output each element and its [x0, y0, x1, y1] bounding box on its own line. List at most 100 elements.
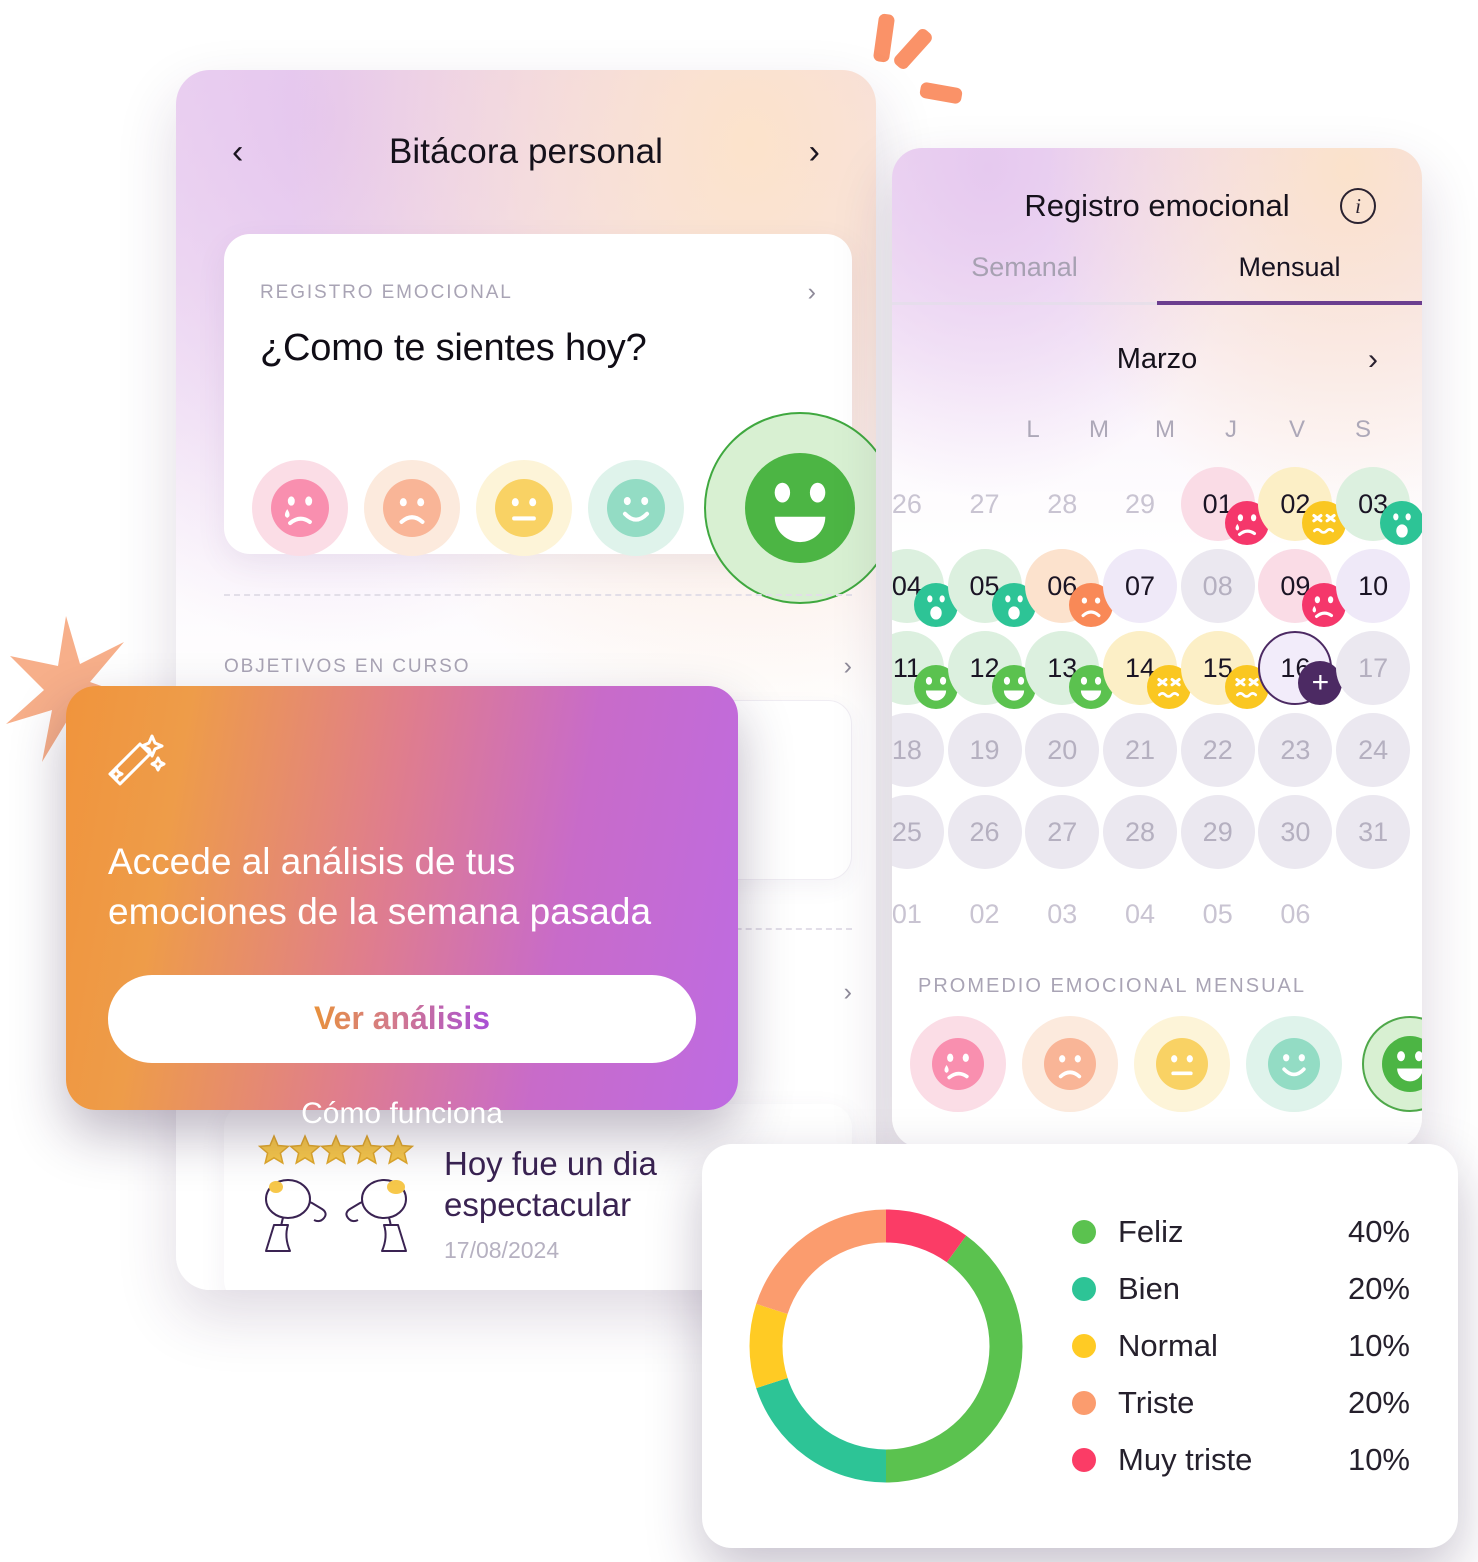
- calendar-day-12[interactable]: 12: [947, 631, 1036, 709]
- calendar-day-23[interactable]: 23: [1258, 713, 1333, 787]
- calendar-day-07[interactable]: 07: [1102, 549, 1177, 623]
- calendar-day-04[interactable]: 04: [1103, 877, 1177, 951]
- calendar-day-15[interactable]: 15: [1180, 631, 1269, 709]
- chevron-right-icon[interactable]: ›: [1368, 343, 1378, 377]
- legend-label: Triste: [1118, 1385, 1195, 1420]
- calendar-day-cell: 10: [1334, 548, 1412, 624]
- tab-semanal[interactable]: Semanal: [892, 252, 1157, 305]
- calendar-day-04[interactable]: 04: [892, 549, 958, 627]
- emotion-distribution-card: Feliz 40% Bien 20% Normal 10% Triste 20% Muy tri…: [702, 1144, 1458, 1548]
- mood-face-muy-triste-icon: [932, 1038, 984, 1090]
- mood-face-icon: [1380, 501, 1422, 545]
- mood-face-bien-icon: [607, 479, 665, 537]
- calendar-day-27[interactable]: 27: [1025, 795, 1100, 869]
- calendar-day-26[interactable]: 26: [892, 467, 944, 541]
- calendar-day-cell: 27: [1023, 794, 1101, 870]
- calendar-day-09[interactable]: 09: [1258, 549, 1347, 627]
- star-rating: [257, 1134, 415, 1165]
- calendar-day-20[interactable]: 20: [1025, 713, 1100, 787]
- calendar-day-05[interactable]: 05: [947, 549, 1036, 627]
- calendar-day-19[interactable]: 19: [947, 713, 1022, 787]
- calendar-day-16[interactable]: 16 +: [1258, 631, 1343, 705]
- mood-option-feliz[interactable]: [1362, 1016, 1422, 1112]
- calendar-day-cell: 02: [946, 876, 1024, 952]
- calendar-day-cell: 09: [1257, 548, 1347, 627]
- average-label: PROMEDIO EMOCIONAL MENSUAL: [918, 975, 1306, 997]
- tab-mensual[interactable]: Mensual: [1157, 252, 1422, 305]
- chevron-right-icon[interactable]: ›: [844, 978, 852, 1007]
- calendar-day-03[interactable]: 03: [1336, 467, 1422, 545]
- calendar-day-24[interactable]: 24: [1336, 713, 1411, 787]
- legend-row: Triste 20%: [1072, 1375, 1410, 1432]
- calendar-day-31[interactable]: 31: [1336, 795, 1411, 869]
- calendar-day-22[interactable]: 22: [1180, 713, 1255, 787]
- info-icon[interactable]: i: [1340, 188, 1376, 224]
- view-analysis-button[interactable]: Ver análisis: [108, 974, 696, 1063]
- calendar-day-cell: 01: [892, 876, 946, 952]
- calendar-day-17[interactable]: 17: [1336, 631, 1411, 705]
- goals-section-header[interactable]: OBJETIVOS EN CURSO ›: [224, 652, 852, 681]
- mood-option-muy-triste[interactable]: [252, 460, 348, 556]
- legend-row: Normal 10%: [1072, 1318, 1410, 1375]
- calendar-tabs[interactable]: Semanal Mensual: [892, 252, 1422, 305]
- chevron-right-icon[interactable]: ›: [809, 135, 820, 169]
- calendar-day-cell: 24: [1334, 712, 1412, 788]
- calendar-day-06[interactable]: 06: [1025, 549, 1114, 627]
- calendar-day-05[interactable]: 05: [1181, 877, 1255, 951]
- mood-question: ¿Como te sientes hoy?: [260, 327, 647, 369]
- mood-option-feliz[interactable]: [704, 412, 876, 604]
- calendar-day-10[interactable]: 10: [1336, 549, 1411, 623]
- calendar-day-13[interactable]: 13: [1025, 631, 1114, 709]
- calendar-day-18[interactable]: 18: [892, 713, 944, 787]
- mood-card-eyebrow: REGISTRO EMOCIONAL: [260, 281, 513, 303]
- calendar-day-03[interactable]: 03: [1025, 877, 1099, 951]
- calendar-day-28[interactable]: 28: [1102, 795, 1177, 869]
- mood-selector[interactable]: [252, 412, 876, 604]
- average-mood-row[interactable]: [910, 1016, 1422, 1112]
- legend-value: 10%: [1347, 1328, 1410, 1363]
- mood-option-bien[interactable]: [588, 460, 684, 556]
- how-it-works-link[interactable]: Cómo funciona: [108, 1097, 696, 1131]
- chevron-left-icon[interactable]: ‹: [232, 135, 243, 169]
- calendar-day-26[interactable]: 26: [947, 795, 1022, 869]
- day-mood-badge: [1380, 501, 1422, 545]
- calendar-grid[interactable]: 26 27 28 29 01 02 03 04 05 06 07 08 09 10 11 12 13 14 15 16…: [892, 466, 1422, 952]
- calendar-day-29[interactable]: 29: [1180, 795, 1255, 869]
- chevron-right-icon[interactable]: ›: [808, 278, 816, 307]
- calendar-day-28[interactable]: 28: [1025, 467, 1099, 541]
- dow-4: J: [1225, 416, 1237, 443]
- mood-option-triste[interactable]: [1022, 1016, 1118, 1112]
- calendar-day-cell: 04: [1101, 876, 1179, 952]
- calendar-day-11[interactable]: 11: [892, 631, 958, 709]
- legend-value: 10%: [1347, 1442, 1410, 1477]
- chevron-right-icon[interactable]: ›: [844, 652, 852, 681]
- calendar-day-cell: 15: [1179, 630, 1269, 709]
- mood-option-triste[interactable]: [364, 460, 460, 556]
- calendar-day-25[interactable]: 25: [892, 795, 944, 869]
- calendar-day-06[interactable]: 06: [1258, 877, 1332, 951]
- mood-option-muy-triste[interactable]: [910, 1016, 1006, 1112]
- calendar-day-02[interactable]: 02: [948, 877, 1022, 951]
- mood-card-header[interactable]: REGISTRO EMOCIONAL ›: [260, 278, 816, 307]
- calendar-day-cell: 05: [946, 548, 1036, 627]
- calendar-day-cell: 04: [892, 548, 958, 627]
- calendar-day-cell: 26: [892, 466, 946, 542]
- calendar-day-14[interactable]: 14: [1102, 631, 1191, 709]
- legend-dot-muy-triste: [1072, 1448, 1096, 1472]
- calendar-day-21[interactable]: 21: [1102, 713, 1177, 787]
- calendar-day-02[interactable]: 02: [1258, 467, 1347, 545]
- calendar-day-08[interactable]: 08: [1180, 549, 1255, 623]
- calendar-day-cell: 16 +: [1257, 630, 1343, 706]
- calendar-day-01[interactable]: 01: [1180, 467, 1269, 545]
- legend-row: Muy triste 10%: [1072, 1432, 1410, 1489]
- calendar-day-30[interactable]: 30: [1258, 795, 1333, 869]
- mood-option-bien[interactable]: [1246, 1016, 1342, 1112]
- mood-option-normal[interactable]: [1134, 1016, 1230, 1112]
- calendar-day-27[interactable]: 27: [948, 467, 1022, 541]
- star-icon: [257, 1134, 291, 1165]
- calendar-day-cell: 25: [892, 794, 946, 870]
- calendar-day-cell: 05: [1179, 876, 1257, 952]
- calendar-day-29[interactable]: 29: [1103, 467, 1177, 541]
- mood-option-normal[interactable]: [476, 460, 572, 556]
- calendar-day-01[interactable]: 01: [892, 877, 944, 951]
